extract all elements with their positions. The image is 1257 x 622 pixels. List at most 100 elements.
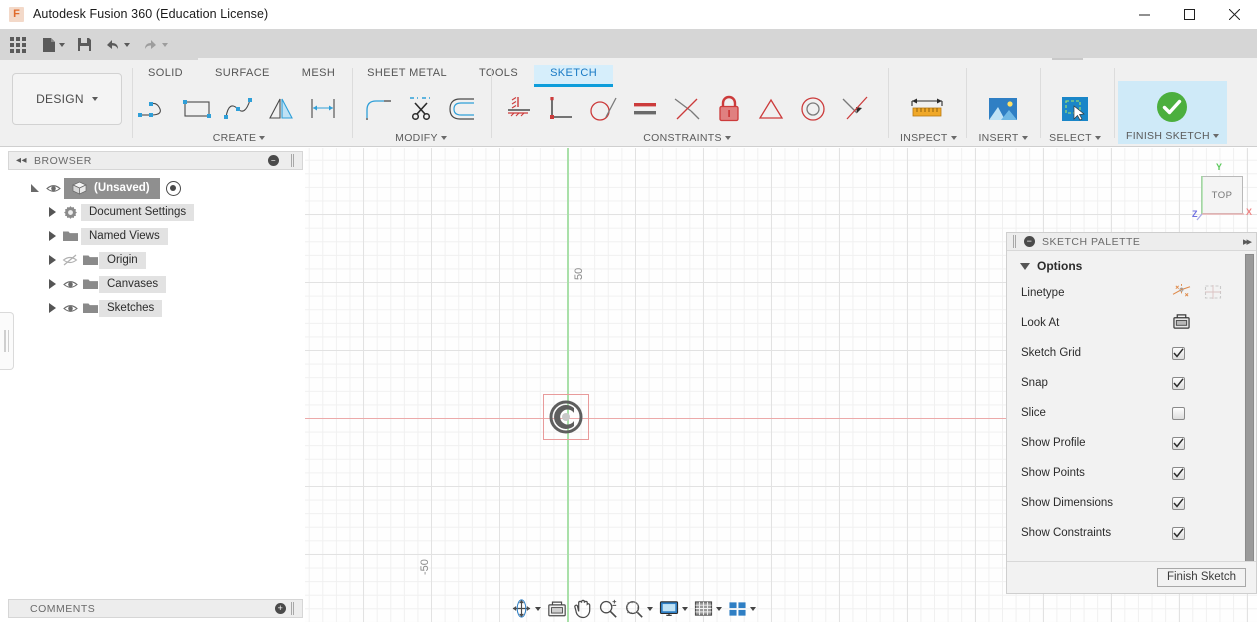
expand-icon[interactable]: [45, 207, 59, 217]
orbit-icon[interactable]: [508, 596, 544, 621]
workspace-switcher[interactable]: DESIGN: [12, 73, 122, 125]
look-at-button[interactable]: [1172, 313, 1191, 333]
select-window-icon[interactable]: [1048, 88, 1102, 130]
collapse-browser-icon[interactable]: ◂◂: [16, 155, 27, 166]
fit-icon[interactable]: [621, 596, 656, 621]
show-profile-checkbox[interactable]: [1172, 437, 1185, 450]
symmetry-icon[interactable]: [750, 88, 792, 130]
palette-scrollbar-thumb[interactable]: [1245, 254, 1254, 561]
browser-resize-grip[interactable]: [291, 154, 295, 167]
undo-icon[interactable]: [98, 29, 136, 60]
ribbon-tab-solid[interactable]: SOLID: [132, 65, 199, 87]
ribbon-tab-surface[interactable]: SURFACE: [199, 65, 286, 87]
expand-icon[interactable]: [45, 279, 59, 289]
mirror-icon[interactable]: [260, 88, 302, 130]
ribbon-group-finish-sketch[interactable]: FINISH SKETCH: [1118, 81, 1227, 144]
ribbon-tab-tools[interactable]: TOOLS: [463, 65, 534, 87]
look-at-icon[interactable]: [544, 596, 570, 621]
slice-checkbox[interactable]: [1172, 407, 1185, 420]
expand-palette-icon[interactable]: ▸▸: [1243, 235, 1250, 248]
sketch-dimension-icon[interactable]: [302, 88, 344, 130]
chevron-down-icon: [1213, 134, 1219, 138]
insert-image-icon[interactable]: [976, 88, 1030, 130]
view-cube[interactable]: TOP Y X Z: [1189, 162, 1257, 226]
linetype-construction-icon[interactable]: [1172, 283, 1191, 303]
palette-scrollbar[interactable]: [1244, 253, 1255, 561]
minimize-button[interactable]: [1122, 0, 1167, 29]
data-panel-collapsed-tab[interactable]: [0, 312, 14, 370]
offset-icon[interactable]: [442, 88, 484, 130]
ribbon-tabs: SOLID SURFACE MESH SHEET METAL TOOLS SKE…: [132, 65, 613, 87]
ribbon-tab-mesh[interactable]: MESH: [286, 65, 351, 87]
line-icon[interactable]: [134, 88, 176, 130]
maximize-button[interactable]: [1167, 0, 1212, 29]
fillet-icon[interactable]: [358, 88, 400, 130]
tangent-icon[interactable]: [582, 88, 624, 130]
ribbon-group-inspect-label[interactable]: INSPECT: [900, 132, 957, 144]
rectangle-icon[interactable]: [176, 88, 218, 130]
display-settings-icon[interactable]: [656, 596, 691, 621]
pan-icon[interactable]: [570, 596, 595, 621]
zoom-icon[interactable]: [595, 596, 621, 621]
show-points-checkbox[interactable]: [1172, 467, 1185, 480]
show-dimensions-checkbox[interactable]: [1172, 497, 1185, 510]
ribbon-group-modify-label[interactable]: MODIFY: [395, 132, 447, 144]
trim-icon[interactable]: [400, 88, 442, 130]
close-button[interactable]: [1212, 0, 1257, 29]
finish-sketch-check-icon[interactable]: [1130, 86, 1214, 128]
midpoint-icon[interactable]: [834, 88, 876, 130]
linetype-centerline-icon[interactable]: [1204, 284, 1222, 303]
expand-icon[interactable]: [45, 231, 59, 241]
visibility-eye-hidden-icon[interactable]: [59, 254, 81, 266]
activate-component-radio[interactable]: [166, 181, 181, 196]
options-section-header[interactable]: Options: [1007, 259, 1256, 278]
ribbon-group-finish-sketch-label[interactable]: FINISH SKETCH: [1126, 130, 1219, 142]
viewports-icon[interactable]: [725, 596, 759, 621]
visibility-eye-icon[interactable]: [59, 279, 81, 290]
ribbon-group-select-label[interactable]: SELECT: [1049, 132, 1101, 144]
app-grid-icon[interactable]: [0, 29, 36, 60]
expand-icon[interactable]: [45, 255, 59, 265]
visibility-eye-icon[interactable]: [42, 183, 64, 194]
sketch-origin-point-icon[interactable]: [548, 399, 584, 435]
ribbon-tab-sheet-metal[interactable]: SHEET METAL: [351, 65, 463, 87]
tree-row-sketches[interactable]: Sketches: [8, 296, 303, 320]
palette-drag-grip[interactable]: [1013, 235, 1017, 248]
ribbon-group-create-label[interactable]: CREATE: [213, 132, 266, 144]
save-icon[interactable]: [71, 29, 98, 60]
chevron-down-icon: [535, 607, 541, 611]
redo-icon[interactable]: [136, 29, 174, 60]
grid-snaps-icon[interactable]: [691, 596, 725, 621]
sketch-grid-checkbox[interactable]: [1172, 347, 1185, 360]
show-constraints-checkbox[interactable]: [1172, 527, 1185, 540]
expand-root-icon[interactable]: [28, 182, 42, 194]
option-row-show-constraints: Show Constraints: [1007, 518, 1256, 548]
ribbon-group-constraints-label[interactable]: CONSTRAINTS: [643, 132, 731, 144]
spline-icon[interactable]: [218, 88, 260, 130]
ribbon-tab-sketch[interactable]: SKETCH: [534, 65, 613, 87]
new-file-icon[interactable]: [36, 29, 71, 60]
app-logo-letter: F: [13, 9, 20, 20]
tree-row-canvases[interactable]: Canvases: [8, 272, 303, 296]
tree-row-origin[interactable]: Origin: [8, 248, 303, 272]
tree-row-document-settings[interactable]: Document Settings: [8, 200, 303, 224]
horizontal-vertical-icon[interactable]: [498, 88, 540, 130]
add-comment-button[interactable]: +: [275, 603, 286, 614]
visibility-eye-icon[interactable]: [59, 303, 81, 314]
collapse-palette-icon[interactable]: −: [1024, 236, 1035, 247]
finish-sketch-button[interactable]: Finish Sketch: [1157, 568, 1246, 587]
tree-row-root[interactable]: (Unsaved): [8, 176, 303, 200]
measure-icon[interactable]: [900, 88, 956, 130]
comments-resize-grip[interactable]: [291, 602, 295, 615]
ribbon-group-insert-label[interactable]: INSERT: [978, 132, 1027, 144]
fix-unfix-icon[interactable]: [708, 88, 750, 130]
expand-icon[interactable]: [45, 303, 59, 313]
collinear-icon[interactable]: [666, 88, 708, 130]
snap-checkbox[interactable]: [1172, 377, 1185, 390]
tree-row-named-views[interactable]: Named Views: [8, 224, 303, 248]
tree-root-label-wrap[interactable]: (Unsaved): [64, 178, 160, 199]
equal-icon[interactable]: [624, 88, 666, 130]
perpendicular-icon[interactable]: [540, 88, 582, 130]
concentric-icon[interactable]: [792, 88, 834, 130]
minus-circle-icon[interactable]: −: [268, 155, 279, 166]
